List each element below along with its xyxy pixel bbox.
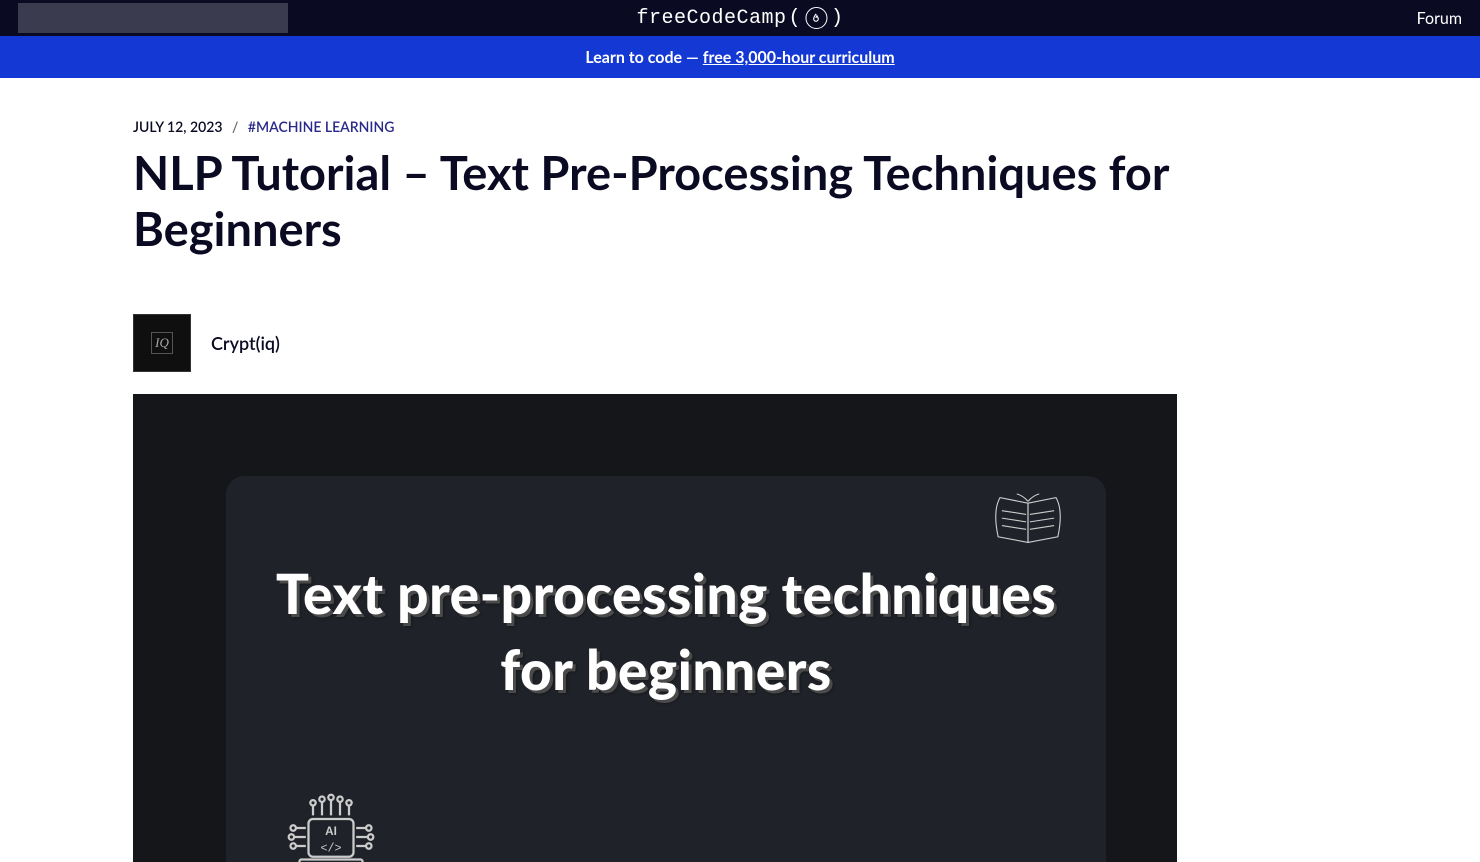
author-name[interactable]: Crypt(iq) xyxy=(211,332,280,354)
article-title: NLP Tutorial – Text Pre-Processing Techn… xyxy=(133,145,1173,258)
avatar-label: IQ xyxy=(151,332,173,354)
hero-title: Text pre-processing techniques for begin… xyxy=(266,556,1066,708)
article-meta: JULY 12, 2023 / #MACHINE LEARNING xyxy=(133,118,1189,135)
book-icon xyxy=(980,492,1076,552)
svg-text:</>: </> xyxy=(320,841,341,855)
author-block: IQ Crypt(iq) xyxy=(133,314,1189,372)
site-logo[interactable]: freeCodeCamp ( ) xyxy=(636,7,843,30)
fire-icon xyxy=(805,7,827,29)
publish-date: JULY 12, 2023 xyxy=(133,118,222,135)
curriculum-banner: Learn to code — free 3,000-hour curricul… xyxy=(0,36,1480,78)
logo-text: freeCodeCamp xyxy=(636,7,786,30)
author-avatar[interactable]: IQ xyxy=(133,314,191,372)
search-input[interactable] xyxy=(18,3,288,33)
category-tag[interactable]: #MACHINE LEARNING xyxy=(248,118,394,135)
article-container: JULY 12, 2023 / #MACHINE LEARNING NLP Tu… xyxy=(133,78,1309,862)
forum-link[interactable]: Forum xyxy=(1417,9,1462,28)
circuit-ai-icon: AI </> xyxy=(286,792,376,862)
top-nav: freeCodeCamp ( ) Forum xyxy=(0,0,1480,36)
banner-prefix: Learn to code — xyxy=(585,48,698,67)
hero-card: Text pre-processing techniques for begin… xyxy=(226,476,1106,862)
banner-link[interactable]: free 3,000-hour curriculum xyxy=(703,48,895,67)
svg-text:AI: AI xyxy=(325,825,337,838)
hero-image: Text pre-processing techniques for begin… xyxy=(133,394,1177,862)
